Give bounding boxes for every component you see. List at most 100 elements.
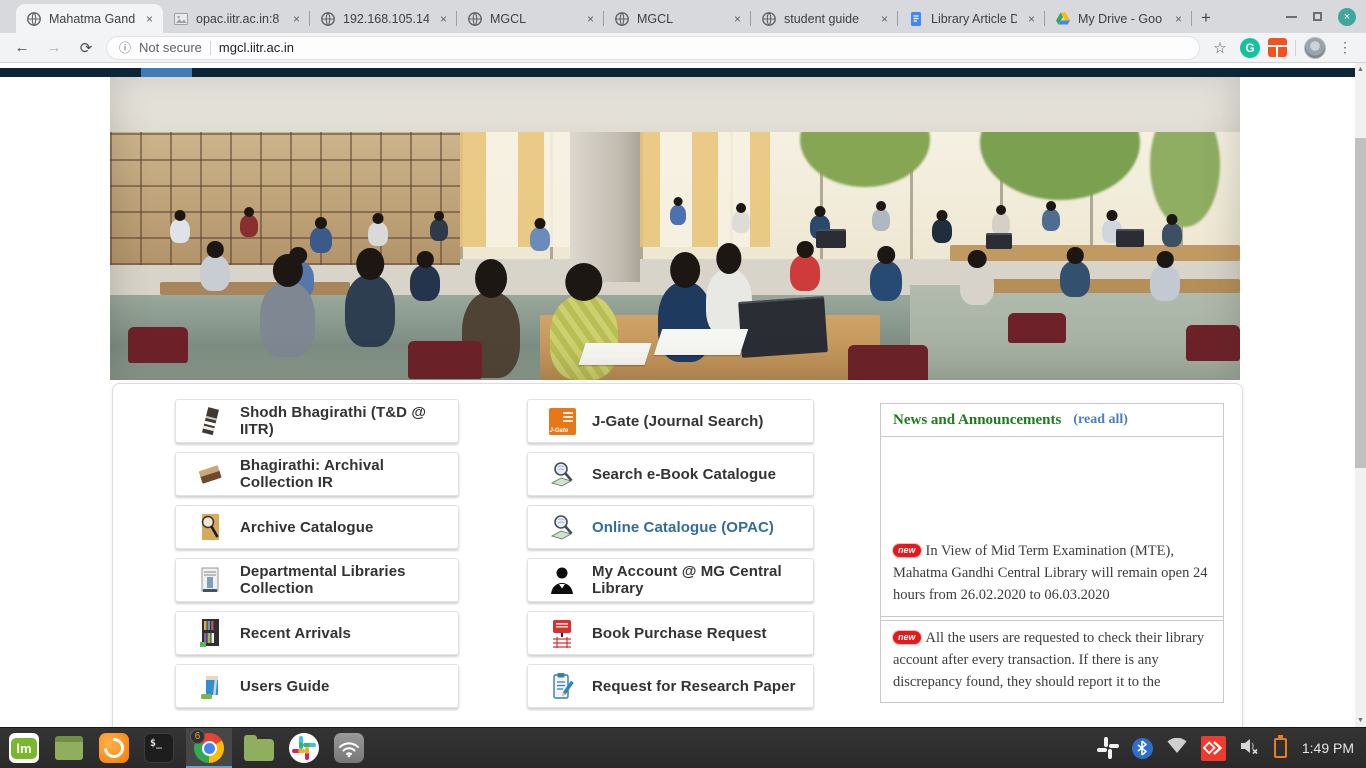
profile-avatar[interactable] bbox=[1304, 37, 1326, 59]
tab-title: MGCL bbox=[490, 12, 576, 26]
link-recent-arrivals[interactable]: Recent Arrivals bbox=[175, 611, 459, 655]
tab-library-article[interactable]: Library Article D × bbox=[898, 4, 1045, 33]
battery-icon[interactable] bbox=[1274, 738, 1287, 758]
tab-my-drive[interactable]: My Drive - Goo × bbox=[1045, 4, 1192, 33]
tab-close-icon[interactable]: × bbox=[436, 12, 451, 26]
link-jgate[interactable]: J-Gate J-Gate (Journal Search) bbox=[527, 399, 814, 443]
tab-title: opac.iitr.ac.in:8 bbox=[196, 12, 282, 26]
link-my-account[interactable]: My Account @ MG Central Library bbox=[527, 558, 814, 602]
minimize-button[interactable] bbox=[1286, 16, 1297, 18]
bluetooth-icon[interactable] bbox=[1132, 738, 1153, 759]
taskbar-clock: 1:49 PM bbox=[1302, 740, 1354, 756]
back-button[interactable]: ← bbox=[10, 39, 34, 56]
window-controls: × bbox=[1286, 0, 1356, 33]
link-opac[interactable]: Online Catalogue (OPAC) bbox=[527, 505, 814, 549]
close-button[interactable]: × bbox=[1338, 8, 1356, 26]
firefox-icon bbox=[99, 733, 129, 763]
browser-menu-icon[interactable]: ⋮ bbox=[1334, 39, 1356, 56]
new-badge-icon: new bbox=[893, 631, 921, 644]
firefox-button[interactable] bbox=[96, 728, 132, 768]
wifi-app-button[interactable] bbox=[331, 728, 367, 768]
globe-icon bbox=[614, 11, 630, 27]
tab-close-icon[interactable]: × bbox=[1024, 12, 1039, 26]
link-label: Book Purchase Request bbox=[592, 625, 767, 642]
mint-logo-icon: lm bbox=[9, 733, 39, 763]
tab-close-icon[interactable]: × bbox=[142, 12, 157, 26]
tab-ip-address[interactable]: 192.168.105.14 × bbox=[310, 4, 457, 33]
tab-title: Mahatma Gand bbox=[49, 12, 135, 26]
magnifier-book-icon bbox=[548, 459, 576, 489]
news-title: News and Announcements bbox=[893, 412, 1061, 429]
taskbar: lm $_ 6 1:49 PM bbox=[0, 727, 1366, 768]
slack-icon bbox=[289, 733, 319, 763]
scroll-up-arrow[interactable]: ▲ bbox=[1355, 63, 1366, 76]
link-label: Departmental Libraries Collection bbox=[240, 563, 458, 597]
page-info-icon[interactable]: ⓘ bbox=[119, 39, 131, 56]
mint-menu-button[interactable]: lm bbox=[6, 728, 42, 768]
desktop-screen: Mahatma Gand × opac.iitr.ac.in:8 × 192.1… bbox=[0, 0, 1366, 768]
link-archive-catalogue[interactable]: Archive Catalogue bbox=[175, 505, 459, 549]
thesis-books-icon bbox=[196, 406, 224, 436]
restore-button[interactable] bbox=[1313, 12, 1322, 21]
link-label: Users Guide bbox=[240, 678, 329, 695]
library-photo bbox=[110, 77, 1240, 380]
bookmark-star-icon[interactable]: ☆ bbox=[1208, 39, 1232, 57]
news-text: All the users are requested to check the… bbox=[893, 630, 1204, 690]
grammarly-extension-icon[interactable]: G bbox=[1240, 38, 1260, 58]
tab-student-guide[interactable]: student guide × bbox=[751, 4, 898, 33]
new-tab-button[interactable]: + bbox=[1192, 4, 1220, 32]
file-manager-button[interactable] bbox=[241, 728, 277, 768]
link-label: Recent Arrivals bbox=[240, 625, 351, 642]
tab-close-icon[interactable]: × bbox=[583, 12, 598, 26]
link-users-guide[interactable]: Users Guide bbox=[175, 664, 459, 708]
extension-icon[interactable] bbox=[1268, 38, 1287, 57]
link-research-paper[interactable]: Request for Research Paper bbox=[527, 664, 814, 708]
tab-opac[interactable]: opac.iitr.ac.in:8 × bbox=[163, 4, 310, 33]
terminal-icon: $_ bbox=[144, 733, 174, 763]
address-bar[interactable]: ⓘ Not secure mgcl.iitr.ac.in bbox=[106, 36, 1200, 60]
link-label: Request for Research Paper bbox=[592, 678, 796, 695]
tab-mgcl-1[interactable]: MGCL × bbox=[457, 4, 604, 33]
network-icon[interactable] bbox=[1166, 738, 1188, 759]
link-label: My Account @ MG Central Library bbox=[592, 563, 813, 597]
tab-close-icon[interactable]: × bbox=[289, 12, 304, 26]
urlbar-divider bbox=[210, 41, 211, 55]
tab-close-icon[interactable]: × bbox=[1171, 12, 1186, 26]
link-shodh-bhagirathi[interactable]: Shodh Bhagirathi (T&D @ IITR) bbox=[175, 399, 459, 443]
news-read-all-link[interactable]: (read all) bbox=[1073, 412, 1128, 428]
volume-muted-icon[interactable] bbox=[1239, 737, 1261, 760]
globe-icon bbox=[320, 11, 336, 27]
close-icon: × bbox=[1344, 11, 1350, 23]
current-url: mgcl.iitr.ac.in bbox=[219, 40, 294, 55]
news-panel: News and Announcements (read all) newIn … bbox=[880, 403, 1224, 703]
show-desktop-button[interactable] bbox=[51, 728, 87, 768]
guide-book-icon bbox=[196, 671, 224, 701]
terminal-button[interactable]: $_ bbox=[141, 728, 177, 768]
google-drive-icon bbox=[1055, 11, 1071, 27]
slack-button[interactable] bbox=[286, 728, 322, 768]
link-book-purchase[interactable]: Book Purchase Request bbox=[527, 611, 814, 655]
wifi-app-icon bbox=[334, 733, 364, 763]
reload-button[interactable]: ⟳ bbox=[74, 39, 98, 57]
chrome-window-count-badge: 6 bbox=[190, 729, 205, 744]
image-placeholder-icon bbox=[173, 11, 189, 27]
news-header: News and Announcements (read all) bbox=[881, 404, 1223, 437]
tab-mgcl-2[interactable]: MGCL × bbox=[604, 4, 751, 33]
chrome-button[interactable]: 6 bbox=[186, 728, 232, 768]
globe-icon bbox=[26, 11, 42, 27]
site-navbar-active-item bbox=[141, 68, 192, 77]
link-bhagirathi-archival[interactable]: Bhagirathi: Archival Collection IR bbox=[175, 452, 459, 496]
tab-close-icon[interactable]: × bbox=[877, 12, 892, 26]
slack-tray-icon[interactable] bbox=[1097, 737, 1119, 759]
page-scrollbar[interactable]: ▲ ▼ bbox=[1355, 63, 1366, 727]
anydesk-icon[interactable] bbox=[1201, 736, 1226, 761]
scroll-down-arrow[interactable]: ▼ bbox=[1355, 714, 1366, 727]
tab-close-icon[interactable]: × bbox=[730, 12, 745, 26]
scrollbar-thumb[interactable] bbox=[1355, 138, 1366, 468]
link-departmental-libraries[interactable]: Departmental Libraries Collection bbox=[175, 558, 459, 602]
news-item: newAll the users are requested to check … bbox=[881, 620, 1223, 703]
google-docs-icon bbox=[908, 11, 924, 27]
link-ebook-catalogue[interactable]: Search e-Book Catalogue bbox=[527, 452, 814, 496]
forward-button[interactable]: → bbox=[42, 39, 66, 56]
tab-mahatma-gandhi[interactable]: Mahatma Gand × bbox=[16, 4, 163, 33]
